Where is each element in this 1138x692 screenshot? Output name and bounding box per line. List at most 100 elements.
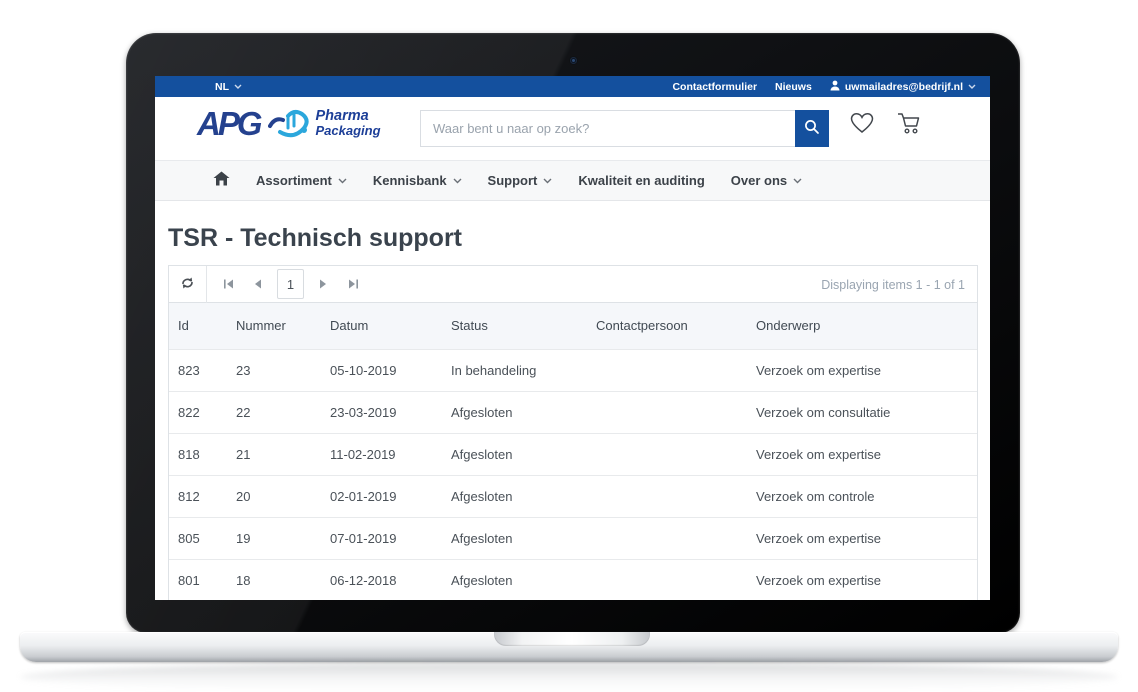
table-cell: 812 [169,475,227,517]
table-cell: Verzoek om controle [747,475,977,517]
table-cell: Verzoek om expertise [747,559,977,600]
table-cell: 05-10-2019 [321,349,442,391]
heart-icon [850,112,874,137]
search-icon [804,119,820,138]
dna-swoosh-icon [268,106,310,143]
language-label: NL [215,81,229,93]
table-cell [587,517,747,559]
topbar-link-label: Nieuws [775,81,812,93]
nav-item-assortiment[interactable]: Assortiment [256,173,347,188]
grid-toolbar: 1 Displaying items 1 - 1 of 1 [169,266,977,303]
table-cell [587,433,747,475]
table-cell: 20 [227,475,321,517]
chevron-down-icon [543,178,552,184]
home-icon [213,171,230,191]
account-menu[interactable]: uwmailadres@bedrijf.nl [830,80,976,94]
nav-item-label: Over ons [731,173,787,188]
logo-tagline-line2: Packaging [316,124,381,138]
refresh-icon [180,276,195,293]
table-body: 8232305-10-2019In behandeling Verzoek om … [169,349,977,600]
column-header-id[interactable]: Id [169,303,227,349]
table-cell: 18 [227,559,321,600]
table-row[interactable]: 8122002-01-2019AfgeslotenVerzoek om cont… [169,475,977,517]
column-header-status[interactable]: Status [442,303,587,349]
page-content: TSR - Technisch support [155,221,990,600]
laptop-mockup: NL Contactformulier Nieuws uwmai [0,0,1138,692]
column-header-onderwerp[interactable]: Onderwerp [747,303,977,349]
nav-item-kennisbank[interactable]: Kennisbank [373,173,462,188]
logo-tagline: Pharma Packaging [316,109,381,139]
pager-current-page[interactable]: 1 [277,269,304,299]
chevron-down-icon [453,178,462,184]
table-cell: 22 [227,391,321,433]
table-header: Id Nummer Datum Status Contactpersoon On… [169,303,977,349]
nav-item-label: Kwaliteit en auditing [578,173,704,188]
nav-item-label: Assortiment [256,173,332,188]
pager-first-button[interactable] [215,270,241,298]
topbar-link-contactformulier[interactable]: Contactformulier [672,81,757,93]
table-cell: 19 [227,517,321,559]
table-cell: Afgesloten [442,475,587,517]
cart-button[interactable] [894,109,924,139]
table-cell: 801 [169,559,227,600]
pager-status: Displaying items 1 - 1 of 1 [821,266,965,303]
table-cell: Afgesloten [442,559,587,600]
table-cell: 822 [169,391,227,433]
table-cell [587,349,747,391]
site-header: APG Pharma Packaging [155,97,990,160]
nav-item-label: Kennisbank [373,173,447,188]
pager-next-button[interactable] [310,270,336,298]
support-table: Id Nummer Datum Status Contactpersoon On… [169,303,977,600]
refresh-button[interactable] [169,266,207,303]
table-cell: 805 [169,517,227,559]
table-cell: 11-02-2019 [321,433,442,475]
webcam [570,57,577,64]
table-cell: 06-12-2018 [321,559,442,600]
chevron-down-icon [234,84,242,89]
pager: 1 [215,269,366,299]
search-button[interactable] [795,110,829,147]
table-row[interactable]: 8232305-10-2019In behandeling Verzoek om … [169,349,977,391]
nav-home[interactable] [213,171,230,191]
table-cell: Verzoek om expertise [747,517,977,559]
column-header-contactpersoon[interactable]: Contactpersoon [587,303,747,349]
table-cell: Verzoek om consultatie [747,391,977,433]
table-cell: In behandeling [442,349,587,391]
table-cell [587,475,747,517]
language-selector[interactable]: NL [215,81,242,93]
site-logo[interactable]: APG Pharma Packaging [197,104,381,143]
topbar-link-label: Contactformulier [672,81,757,93]
user-icon [830,80,840,94]
nav-item-label: Support [488,173,538,188]
topbar-link-nieuws[interactable]: Nieuws [775,81,812,93]
column-header-nummer[interactable]: Nummer [227,303,321,349]
chevron-down-icon [968,84,976,89]
laptop-reflection [20,663,1118,691]
table-cell: 23-03-2019 [321,391,442,433]
pager-prev-button[interactable] [245,270,271,298]
column-header-datum[interactable]: Datum [321,303,442,349]
webcam-lens [572,59,575,62]
table-cell: Verzoek om expertise [747,349,977,391]
nav-item-kwaliteit-en-auditing[interactable]: Kwaliteit en auditing [578,173,704,188]
nav-item-over-ons[interactable]: Over ons [731,173,802,188]
page-title: TSR - Technisch support [168,221,978,255]
nav-item-support[interactable]: Support [488,173,553,188]
table-row[interactable]: 8051907-01-2019AfgeslotenVerzoek om expe… [169,517,977,559]
cart-icon [896,111,922,138]
search-input[interactable] [420,110,795,147]
pager-last-button[interactable] [340,270,366,298]
table-cell: 21 [227,433,321,475]
table-cell: 823 [169,349,227,391]
table-cell [587,559,747,600]
table-row[interactable]: 8011806-12-2018Afgesloten Verzoek om expe… [169,559,977,600]
wishlist-button[interactable] [847,109,877,139]
browser-viewport: NL Contactformulier Nieuws uwmai [155,76,990,600]
table-row[interactable]: 8222223-03-2019AfgeslotenVerzoek om cons… [169,391,977,433]
account-email: uwmailadres@bedrijf.nl [845,81,963,93]
table-cell: 23 [227,349,321,391]
search-bar [420,110,829,147]
main-nav: Assortiment Kennisbank Support Kwaliteit… [155,160,990,201]
table-row[interactable]: 8182111-02-2019AfgeslotenVerzoek om expe… [169,433,977,475]
utility-topbar: NL Contactformulier Nieuws uwmai [155,76,990,97]
